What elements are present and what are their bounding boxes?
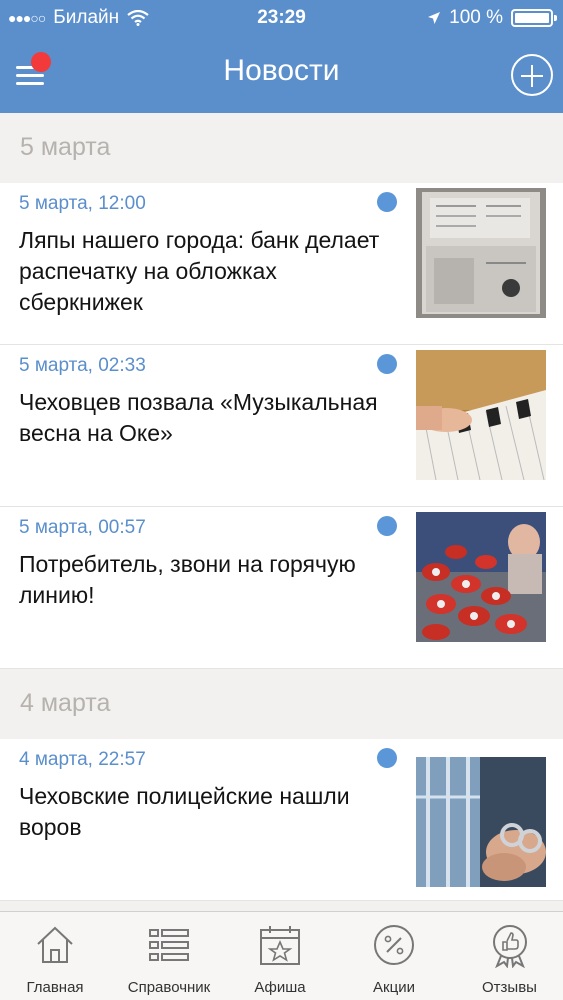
status-bar: ●●●○○ Билайн 23:29 100 % <box>0 0 563 36</box>
tab-directory[interactable]: Справочник <box>110 912 228 1000</box>
news-headline: Чеховские полицейские нашли воров <box>19 783 350 840</box>
news-headline: Потребитель, звони на горячую линию! <box>19 551 356 608</box>
news-datetime: 5 марта, 12:00 <box>19 193 146 214</box>
unread-dot <box>377 516 397 536</box>
percent-icon <box>374 925 414 965</box>
page-title: Новости <box>223 54 340 87</box>
piano-keys-photo <box>416 350 546 480</box>
tab-label: Отзывы <box>482 979 537 996</box>
list-icon <box>149 929 189 961</box>
news-headline: Чеховцев позвала «Музыкальная весна на О… <box>19 389 378 446</box>
news-headline: Ляпы нашего города: банк делает распечат… <box>19 227 380 315</box>
tab-label: Акции <box>373 979 415 996</box>
news-item[interactable]: 5 марта, 02:33 Чеховцев позвала «Музыкал… <box>0 345 563 507</box>
savings-book-photo <box>416 188 546 318</box>
tab-reviews[interactable]: Отзывы <box>456 912 563 1000</box>
news-datetime: 4 марта, 22:57 <box>19 749 146 770</box>
status-right: 100 % <box>427 7 557 29</box>
battery-icon <box>511 9 557 27</box>
calendar-star-icon <box>260 926 300 965</box>
tab-home[interactable]: Главная <box>0 912 110 1000</box>
tab-events[interactable]: Афиша <box>228 912 332 1000</box>
battery-percent: 100 % <box>449 7 503 28</box>
tab-bar: Главная Справочник Афиша Акции Отзывы <box>0 911 563 1000</box>
location-arrow-icon <box>428 12 441 24</box>
date-section-header: 5 марта <box>0 113 563 183</box>
home-icon <box>37 926 73 963</box>
handcuffs-photo <box>416 757 546 887</box>
news-datetime: 5 марта, 02:33 <box>19 355 146 376</box>
news-item[interactable]: 5 марта, 00:57 Потребитель, звони на гор… <box>0 507 563 669</box>
date-section-header: 4 марта <box>0 669 563 739</box>
unread-dot <box>377 354 397 374</box>
add-button[interactable] <box>511 54 553 96</box>
unread-dot <box>377 748 397 768</box>
thumbs-up-badge-icon <box>492 925 527 968</box>
hotline-phones-photo <box>416 512 546 642</box>
top-bar: ●●●○○ Билайн 23:29 100 % Новости <box>0 0 563 113</box>
news-item[interactable]: 5 марта, 12:00 Ляпы нашего города: банк … <box>0 183 563 345</box>
unread-dot <box>377 192 397 212</box>
news-datetime: 5 марта, 00:57 <box>19 517 146 538</box>
tab-promotions[interactable]: Акции <box>332 912 456 1000</box>
nav-bar: Новости <box>0 36 563 113</box>
news-item[interactable]: 4 марта, 22:57 Чеховские полицейские наш… <box>0 739 563 901</box>
tab-label: Справочник <box>127 979 211 996</box>
tab-label: Афиша <box>254 979 306 996</box>
tab-label: Главная <box>26 979 84 996</box>
